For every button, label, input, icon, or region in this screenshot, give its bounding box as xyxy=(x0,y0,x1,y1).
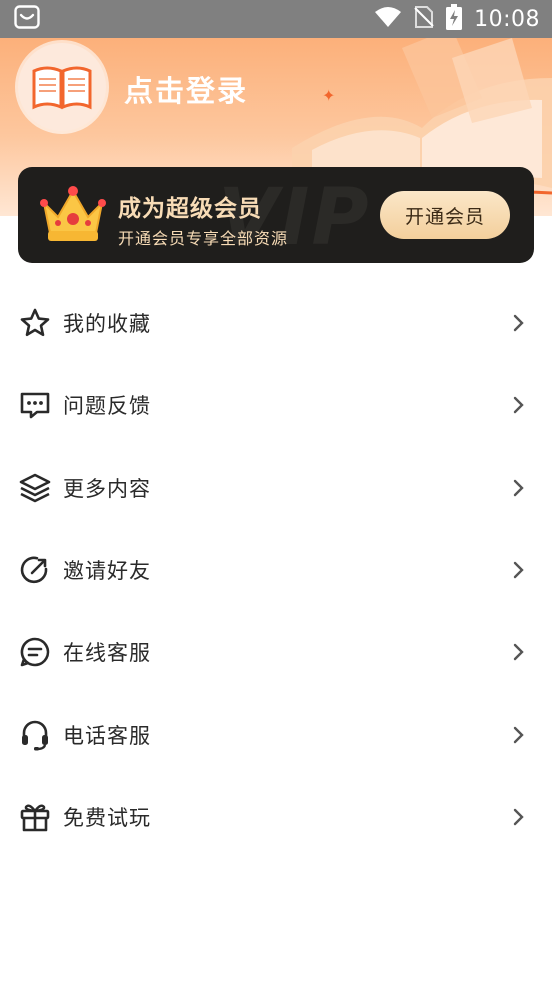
star-icon xyxy=(17,305,53,341)
menu-item-label: 我的收藏 xyxy=(63,312,151,337)
vip-card[interactable]: VIP 成为超级会员 开通会员专享全部资源 开通会员 xyxy=(18,167,534,263)
gift-icon xyxy=(17,799,53,835)
menu-item-phone-service[interactable]: 电话客服 xyxy=(0,693,552,775)
chevron-right-icon xyxy=(513,726,524,743)
no-sim-icon xyxy=(414,5,434,33)
chevron-right-icon xyxy=(513,644,524,661)
crown-icon xyxy=(38,183,108,251)
avatar[interactable] xyxy=(18,43,106,131)
chevron-right-icon xyxy=(513,397,524,414)
chevron-right-icon xyxy=(513,808,524,826)
status-bar: 10:08 xyxy=(0,0,552,38)
menu-item-online-service[interactable]: 在线客服 xyxy=(0,611,552,693)
vip-subtitle: 开通会员专享全部资源 xyxy=(118,229,289,248)
menu-item-invite-friends[interactable]: 邀请好友 xyxy=(0,529,552,611)
chat-icon xyxy=(17,634,53,670)
menu-item-label: 邀请好友 xyxy=(63,559,151,584)
menu-item-label: 免费试玩 xyxy=(63,805,151,830)
login-link[interactable]: 点击登录 xyxy=(124,68,248,110)
menu-item-feedback[interactable]: 问题反馈 xyxy=(0,364,552,446)
chevron-right-icon xyxy=(513,479,524,496)
vip-title: 成为超级会员 xyxy=(118,196,262,222)
menu-item-label: 更多内容 xyxy=(63,476,151,501)
menu-item-label: 问题反馈 xyxy=(63,394,151,419)
battery-icon xyxy=(446,4,463,34)
menu-item-favorites[interactable]: 我的收藏 xyxy=(0,282,552,364)
headset-icon xyxy=(17,717,53,753)
open-vip-button[interactable]: 开通会员 xyxy=(380,191,510,239)
menu-item-label: 在线客服 xyxy=(63,641,151,666)
menu-item-label: 电话客服 xyxy=(63,723,151,748)
menu-item-more-content[interactable]: 更多内容 xyxy=(0,447,552,529)
book-icon xyxy=(32,66,92,110)
chevron-right-icon xyxy=(513,561,524,579)
feedback-icon xyxy=(17,387,53,423)
layers-icon xyxy=(17,470,53,506)
settings-menu: 我的收藏 问题反馈 更多内容 邀请好友 在线客服 电话客服 免费试玩 xyxy=(0,282,552,858)
sparkle-icon: ✦ xyxy=(322,86,336,105)
clock: 10:08 xyxy=(474,6,540,32)
menu-item-free-trial[interactable]: 免费试玩 xyxy=(0,776,552,858)
wifi-icon xyxy=(374,6,402,32)
notification-icon xyxy=(14,5,40,33)
share-icon xyxy=(17,552,53,588)
chevron-right-icon xyxy=(513,314,524,332)
